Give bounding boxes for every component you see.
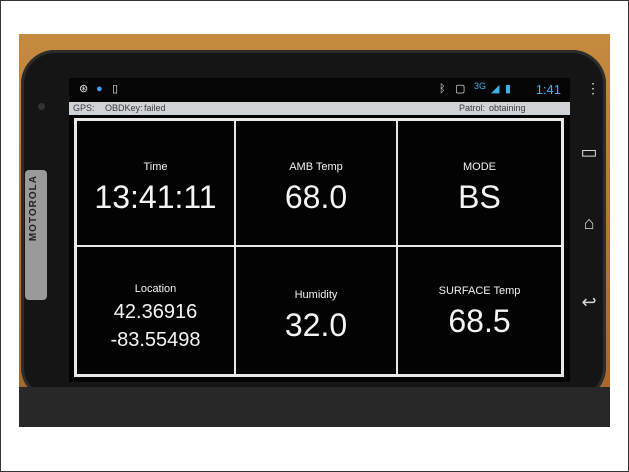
vibrate-icon: ▢ xyxy=(455,83,466,95)
dashboard-grid: Time 13:41:11 AMB Temp 68.0 MODE BS Loca… xyxy=(74,118,564,377)
amb-temp-tile[interactable]: AMB Temp 68.0 xyxy=(235,120,397,246)
camera-lens xyxy=(38,103,45,110)
location-latitude: 42.36916 xyxy=(113,301,198,323)
info-icon: ● xyxy=(96,83,103,95)
humidity-label: Humidity xyxy=(294,289,338,301)
surface-temp-tile[interactable]: SURFACE Temp 68.5 xyxy=(397,246,562,375)
location-label: Location xyxy=(134,283,177,295)
connection-info-bar: GPS: OBDKey: failed Patrol: obtaining xyxy=(69,102,570,115)
surface-temp-label: SURFACE Temp xyxy=(438,285,521,297)
menu-dots-icon[interactable]: ⋮ xyxy=(586,80,600,97)
recent-apps-icon[interactable]: ▭ xyxy=(578,142,600,164)
back-icon[interactable]: ↩ xyxy=(578,292,600,314)
signal-icon: ◢ xyxy=(491,83,500,95)
location-longitude: -83.55498 xyxy=(110,329,201,351)
phone-screen: ⊛ ● ▯ ᛒ ▢ 3G ◢ ▮ 1:41 GPS: OBDKey: faile… xyxy=(69,78,570,382)
device-icon: ▯ xyxy=(112,83,119,95)
obd-label: OBDKey: xyxy=(105,103,143,113)
humidity-tile[interactable]: Humidity 32.0 xyxy=(235,246,397,375)
gps-label: GPS: xyxy=(73,103,95,113)
steering-wheel-icon: ⊛ xyxy=(79,83,89,95)
brand-label: MOTOROLA xyxy=(28,175,39,242)
time-label: Time xyxy=(143,161,168,173)
phone-body: MOTOROLA ⊛ ● ▯ ᛒ ▢ 3G ◢ ▮ 1:41 GPS: OBDK… xyxy=(21,50,606,401)
mode-tile[interactable]: MODE BS xyxy=(397,120,562,246)
status-clock: 1:41 xyxy=(535,82,561,97)
humidity-value: 32.0 xyxy=(284,307,348,343)
obd-status: failed xyxy=(144,103,166,113)
3g-icon: 3G xyxy=(474,81,487,91)
patrol-status: obtaining xyxy=(489,103,526,113)
time-value: 13:41:11 xyxy=(94,179,217,215)
patrol-label: Patrol: xyxy=(459,103,486,113)
surface-temp-value: 68.5 xyxy=(448,303,511,339)
battery-icon: ▮ xyxy=(505,83,512,95)
status-bar: ⊛ ● ▯ ᛒ ▢ 3G ◢ ▮ 1:41 xyxy=(69,78,570,102)
mode-label: MODE xyxy=(463,161,496,173)
location-tile[interactable]: Location 42.36916 -83.55498 xyxy=(76,246,235,375)
brand-strip: MOTOROLA xyxy=(25,170,47,300)
phone-bottom-edge xyxy=(19,387,610,427)
amb-temp-value: 68.0 xyxy=(284,179,348,215)
mode-value: BS xyxy=(458,179,501,215)
home-icon[interactable]: ⌂ xyxy=(578,213,600,235)
time-tile[interactable]: Time 13:41:11 xyxy=(76,120,235,246)
amb-temp-label: AMB Temp xyxy=(289,161,343,173)
bluetooth-icon: ᛒ xyxy=(439,83,446,95)
phone-photo: MOTOROLA ⊛ ● ▯ ᛒ ▢ 3G ◢ ▮ 1:41 GPS: OBDK… xyxy=(19,34,610,427)
